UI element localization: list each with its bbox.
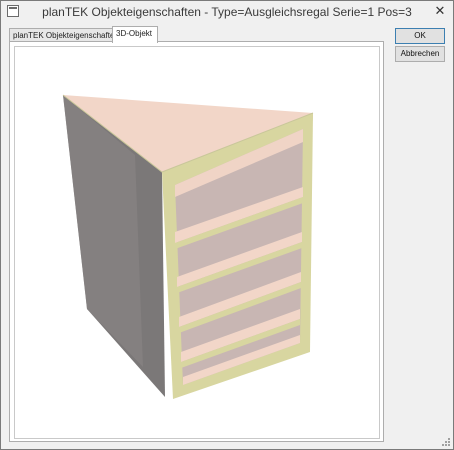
window-title: planTEK Objekteigenschaften - Type=Ausgl… — [42, 5, 412, 19]
dialog-window: planTEK Objekteigenschaften - Type=Ausgl… — [0, 0, 454, 450]
shelf-3d-model — [62, 94, 314, 399]
3d-viewport[interactable] — [14, 46, 380, 439]
tab-panel — [9, 41, 384, 442]
resize-grip-icon[interactable] — [441, 437, 451, 447]
ok-button[interactable]: OK — [395, 28, 445, 44]
title-bar[interactable]: planTEK Objekteigenschaften - Type=Ausgl… — [1, 1, 453, 23]
app-icon[interactable] — [7, 5, 19, 17]
cancel-button[interactable]: Abbrechen — [395, 46, 445, 62]
close-icon[interactable]: ✕ — [429, 2, 451, 20]
tab-3d-objekt[interactable]: 3D-Objekt — [112, 26, 158, 43]
